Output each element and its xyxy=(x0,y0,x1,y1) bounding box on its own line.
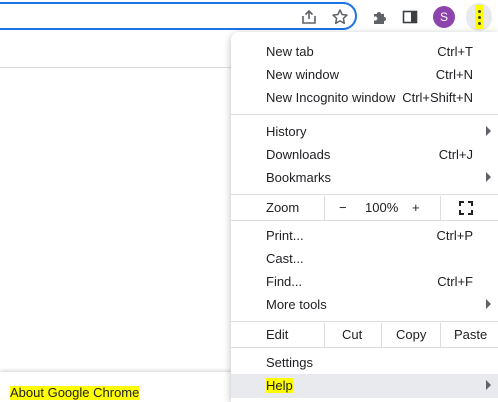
zoom-out-button[interactable]: − xyxy=(339,200,347,215)
zoom-label: Zoom xyxy=(266,200,300,215)
menu-item-label: Downloads xyxy=(266,147,331,162)
submenu-arrow-icon xyxy=(486,299,491,309)
menu-divider xyxy=(231,194,498,195)
menu-divider xyxy=(231,321,498,322)
chrome-main-menu: New tab Ctrl+T New window Ctrl+N New Inc… xyxy=(231,32,498,402)
menu-item-shortcut: Ctrl+P xyxy=(436,228,473,243)
zoom-in-button[interactable]: + xyxy=(412,200,420,215)
menu-item-label: Print... xyxy=(266,228,304,243)
zoom-level: 100% xyxy=(365,200,399,215)
menu-item-label: Help xyxy=(266,378,293,393)
menu-divider xyxy=(231,347,498,348)
menu-item-label: New Incognito window xyxy=(266,90,396,105)
menu-item-label: New window xyxy=(266,67,339,82)
menu-item-find[interactable]: Find... Ctrl+F xyxy=(231,270,498,293)
menu-item-new-tab[interactable]: New tab Ctrl+T xyxy=(231,40,498,63)
copy-button[interactable]: Copy xyxy=(396,327,426,342)
menu-row-edit: Edit Cut Copy Paste xyxy=(231,323,498,347)
menu-item-shortcut: Ctrl+N xyxy=(435,67,473,82)
menu-item-label: Settings xyxy=(266,355,313,370)
chrome-menu-button[interactable] xyxy=(466,3,492,31)
menu-item-new-window[interactable]: New window Ctrl+N xyxy=(231,63,498,86)
edit-label: Edit xyxy=(266,327,289,342)
menu-item-history[interactable]: History xyxy=(231,120,498,143)
side-panel-icon[interactable] xyxy=(399,6,421,28)
share-icon[interactable] xyxy=(298,6,320,28)
submenu-arrow-icon xyxy=(486,172,491,182)
menu-item-bookmarks[interactable]: Bookmarks xyxy=(231,166,498,189)
menu-row-zoom: Zoom − 100% + xyxy=(231,196,498,220)
menu-item-label: Find... xyxy=(266,274,303,289)
submenu-arrow-icon xyxy=(486,380,491,390)
menu-item-label: History xyxy=(266,124,307,139)
menu-item-label: More tools xyxy=(266,297,327,312)
menu-item-more-tools[interactable]: More tools xyxy=(231,293,498,316)
about-chrome-item[interactable]: About Google Chrome xyxy=(10,386,140,400)
menu-item-label: Cast... xyxy=(266,251,304,266)
menu-item-shortcut: Ctrl+Shift+N xyxy=(402,90,473,105)
menu-item-help[interactable]: Help xyxy=(231,374,498,398)
menu-item-label: New tab xyxy=(266,44,314,59)
menu-item-new-incognito[interactable]: New Incognito window Ctrl+Shift+N xyxy=(231,86,498,109)
cut-button[interactable]: Cut xyxy=(342,327,362,342)
menu-divider xyxy=(231,220,498,221)
content-divider xyxy=(0,67,232,68)
menu-item-label: Bookmarks xyxy=(266,170,332,185)
menu-item-print[interactable]: Print... Ctrl+P xyxy=(231,224,498,247)
star-icon[interactable] xyxy=(329,6,351,28)
browser-toolbar: S xyxy=(0,0,498,34)
menu-item-shortcut: Ctrl+J xyxy=(438,147,473,162)
menu-item-cast[interactable]: Cast... xyxy=(231,247,498,270)
fullscreen-icon[interactable] xyxy=(459,201,473,218)
avatar-letter: S xyxy=(439,10,448,24)
kebab-menu-icon xyxy=(475,5,483,29)
menu-item-shortcut: Ctrl+T xyxy=(437,44,473,59)
profile-avatar[interactable]: S xyxy=(433,6,455,28)
paste-button[interactable]: Paste xyxy=(454,327,487,342)
menu-item-shortcut: Ctrl+F xyxy=(437,274,473,289)
help-submenu: About Google Chrome xyxy=(0,372,232,402)
menu-item-downloads[interactable]: Downloads Ctrl+J xyxy=(231,143,498,166)
menu-item-settings[interactable]: Settings xyxy=(231,351,498,374)
menu-divider xyxy=(231,114,498,115)
submenu-arrow-icon xyxy=(486,126,491,136)
puzzle-icon[interactable] xyxy=(369,6,391,28)
